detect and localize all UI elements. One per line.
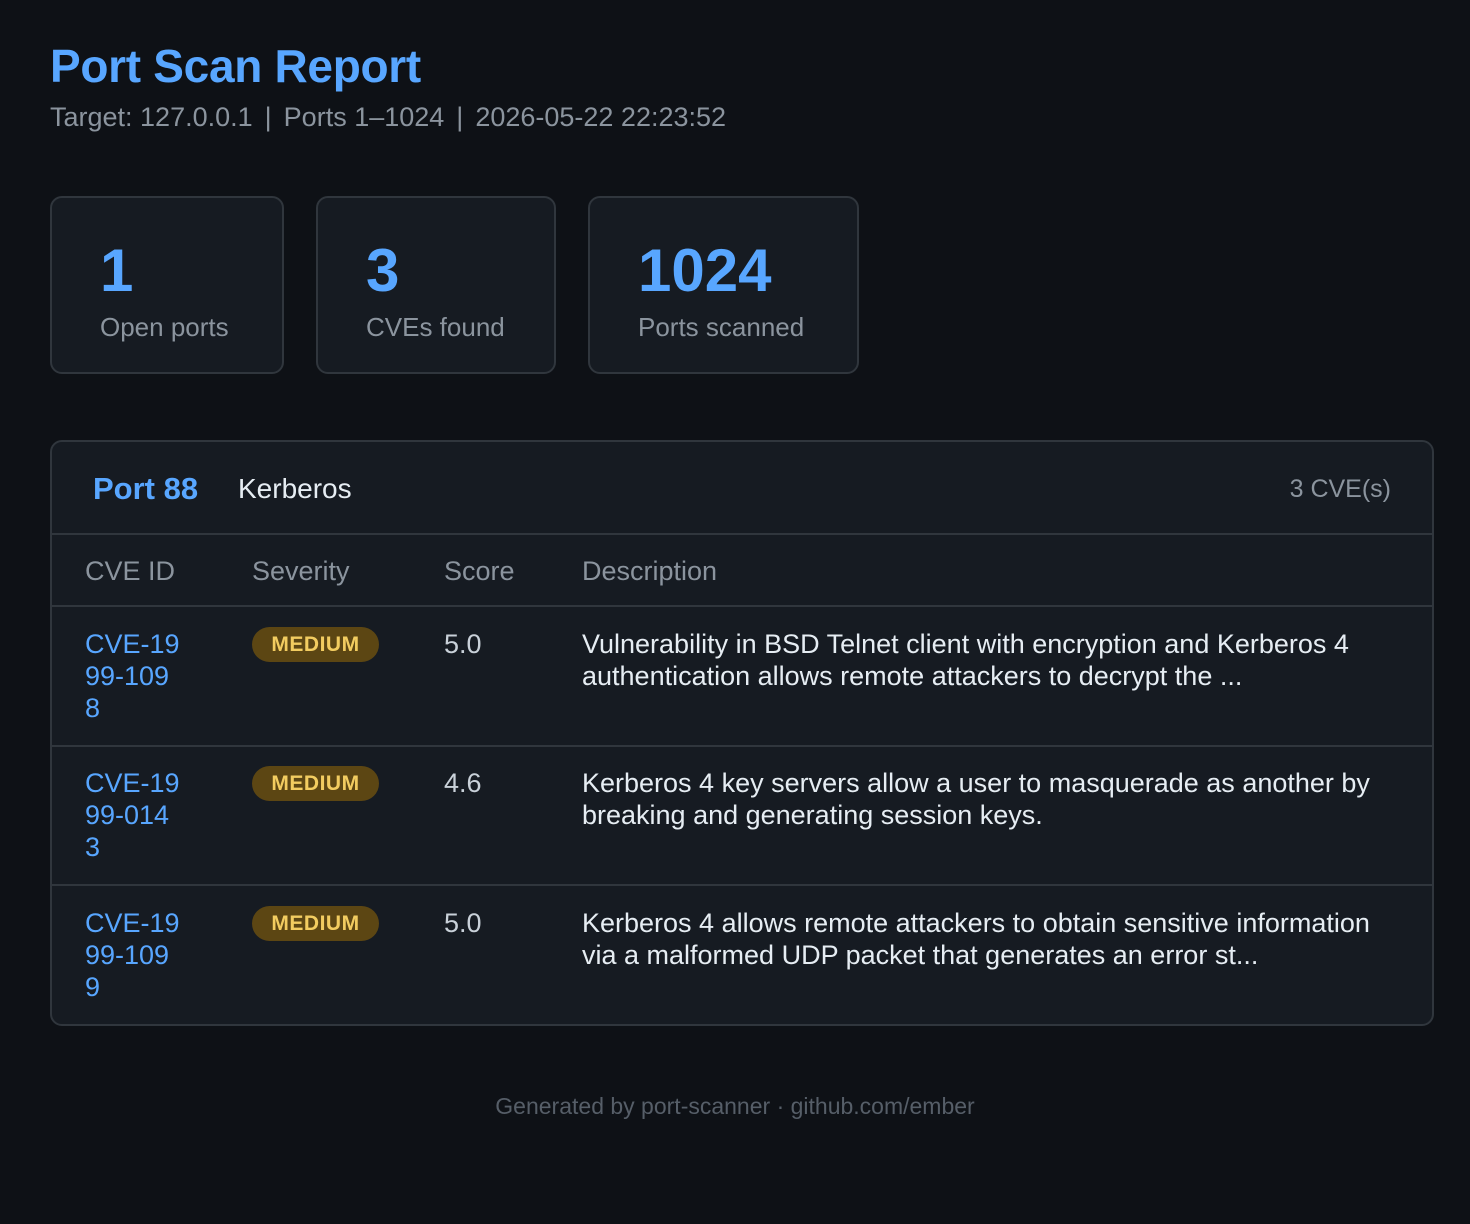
cve-description: Kerberos 4 allows remote attackers to ob… [582,908,1370,970]
column-header-cve-id: CVE ID [85,556,176,586]
stat-value: 3 [366,237,400,304]
separator: | [264,102,272,132]
cve-score: 4.6 [444,768,482,798]
cve-id-link[interactable]: CVE-1999-1099 [85,907,181,1003]
table-row: CVE-1999-0143 MEDIUM 4.6 Kerberos 4 key … [52,746,1432,886]
column-header-severity: Severity [252,556,350,586]
cve-score: 5.0 [444,908,482,938]
separator: | [456,102,464,132]
scan-timestamp: 2026-05-22 22:23:52 [475,102,727,132]
port-number: Port 88 [93,471,199,506]
stat-card-cves-found: 3 CVEs found [316,196,556,374]
cve-description: Vulnerability in BSD Telnet client with … [582,629,1349,691]
stat-label: CVEs found [366,312,505,342]
port-cve-count: 3 CVE(s) [1289,475,1391,503]
table-row: CVE-1999-1098 MEDIUM 5.0 Vulnerability i… [52,607,1432,747]
ports-range-info: Ports 1–1024 [283,102,445,132]
port-panel: Port 88 Kerberos 3 CVE(s) CVE ID Severit… [50,440,1434,1026]
stat-label: Open ports [100,312,229,342]
cve-id-link[interactable]: CVE-1999-0143 [85,767,181,863]
page-title: Port Scan Report [50,40,421,92]
port-service: Kerberos [238,473,352,504]
column-header-score: Score [444,556,515,586]
stat-label: Ports scanned [638,312,805,342]
cve-score: 5.0 [444,629,482,659]
port-header: Port 88 Kerberos 3 CVE(s) [52,442,1432,535]
stat-value: 1024 [638,237,772,304]
stat-card-open-ports: 1 Open ports [50,196,284,374]
stat-value: 1 [100,237,134,304]
stat-card-ports-scanned: 1024 Ports scanned [588,196,859,374]
footer-credit: Generated by port-scanner · github.com/e… [495,1093,975,1119]
severity-badge: MEDIUM [252,766,379,801]
table-row: CVE-1999-1099 MEDIUM 5.0 Kerberos 4 allo… [52,886,1432,1024]
cve-description: Kerberos 4 key servers allow a user to m… [582,768,1370,830]
cve-id-link[interactable]: CVE-1999-1098 [85,628,181,724]
severity-badge: MEDIUM [252,627,379,662]
report-subtitle: Target: 127.0.0.1 | Ports 1–1024 | 2026-05-2… [50,100,726,134]
table-header: CVE ID Severity Score Description [52,535,1432,607]
severity-badge: MEDIUM [252,906,379,941]
target-info: Target: 127.0.0.1 [50,102,253,132]
column-header-description: Description [582,556,718,586]
